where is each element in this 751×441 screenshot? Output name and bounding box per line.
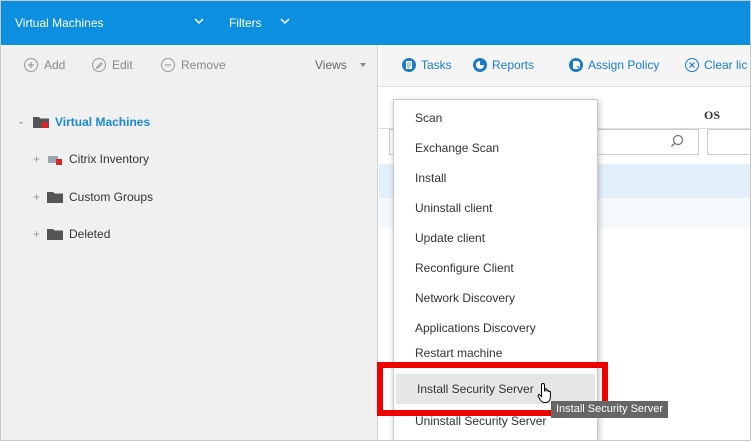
edit-label: Edit [112, 58, 133, 72]
tree-item-citrix-inventory[interactable]: + Citrix Inventory [33, 152, 149, 166]
menu-item-network-discovery[interactable]: Network Discovery [394, 283, 597, 313]
tree-root-label: Virtual Machines [55, 115, 151, 129]
minus-circle-icon [161, 58, 175, 72]
remove-button[interactable]: Remove [160, 57, 226, 73]
hand-cursor-icon [537, 382, 551, 403]
tasks-button[interactable]: Tasks [401, 57, 452, 73]
reports-label: Reports [492, 58, 535, 72]
app-window: Virtual Machines Filters Add Edit Remove… [0, 0, 751, 441]
search-icon[interactable] [669, 133, 685, 149]
view-selector-label[interactable]: Virtual Machines [15, 16, 104, 30]
caret-down-icon[interactable] [360, 63, 366, 67]
tree-item-label: Deleted [69, 227, 111, 241]
expand-toggle-icon[interactable]: + [33, 190, 41, 204]
menu-item-reconfigure-client[interactable]: Reconfigure Client [394, 253, 597, 283]
left-panel: Add Edit Remove Views - Virtual Machines… [1, 45, 378, 440]
collapse-toggle-icon[interactable]: - [19, 115, 27, 129]
folder-icon [47, 229, 63, 240]
tooltip: Install Security Server [551, 401, 668, 418]
tasks-icon [402, 58, 416, 72]
expand-toggle-icon[interactable]: + [33, 227, 41, 241]
reports-button[interactable]: Reports [472, 57, 534, 73]
menu-item-uninstall-client[interactable]: Uninstall client [394, 193, 597, 223]
filters-button[interactable]: Filters [229, 16, 262, 30]
expand-toggle-icon[interactable]: + [33, 152, 41, 166]
folder-icon [47, 192, 63, 203]
add-label: Add [44, 58, 66, 72]
menu-item-restart-machine[interactable]: Restart machine [394, 343, 597, 357]
os-filter-input[interactable] [707, 129, 750, 155]
plus-circle-icon [24, 58, 38, 72]
left-toolbar: Add Edit Remove Views [1, 45, 378, 85]
tree-item-label: Custom Groups [69, 190, 154, 204]
chevron-down-icon[interactable] [277, 13, 293, 29]
tree-item-custom-groups[interactable]: + Custom Groups [33, 190, 153, 204]
reports-icon [473, 58, 487, 72]
assign-policy-button[interactable]: Assign Policy [568, 57, 659, 73]
menu-item-scan[interactable]: Scan [394, 103, 597, 133]
clear-label: Clear lic [704, 58, 748, 72]
right-toolbar: Tasks Reports Assign Policy Clear lic [379, 45, 750, 87]
folder-icon [33, 117, 49, 128]
tasks-label: Tasks [421, 58, 452, 72]
clear-button[interactable]: Clear lic [684, 57, 747, 73]
column-header-os[interactable]: OS [704, 108, 720, 123]
assign-policy-label: Assign Policy [588, 58, 660, 72]
remove-label: Remove [181, 58, 226, 72]
tree-item-deleted[interactable]: + Deleted [33, 227, 110, 241]
tree-item-label: Citrix Inventory [69, 152, 150, 166]
menu-item-exchange-scan[interactable]: Exchange Scan [394, 133, 597, 163]
edit-button[interactable]: Edit [91, 57, 133, 73]
views-dropdown[interactable]: Views [315, 58, 347, 72]
pencil-circle-icon [92, 58, 106, 72]
menu-item-install[interactable]: Install [394, 163, 597, 193]
add-button[interactable]: Add [23, 57, 65, 73]
close-circle-icon [685, 58, 699, 72]
chevron-down-icon[interactable] [191, 13, 207, 29]
top-bar: Virtual Machines Filters [1, 1, 750, 45]
menu-item-update-client[interactable]: Update client [394, 223, 597, 253]
citrix-icon [48, 156, 62, 165]
assign-policy-icon [569, 58, 583, 72]
tree-root-virtual-machines[interactable]: - Virtual Machines [19, 115, 150, 129]
menu-item-applications-discovery[interactable]: Applications Discovery [394, 313, 597, 343]
